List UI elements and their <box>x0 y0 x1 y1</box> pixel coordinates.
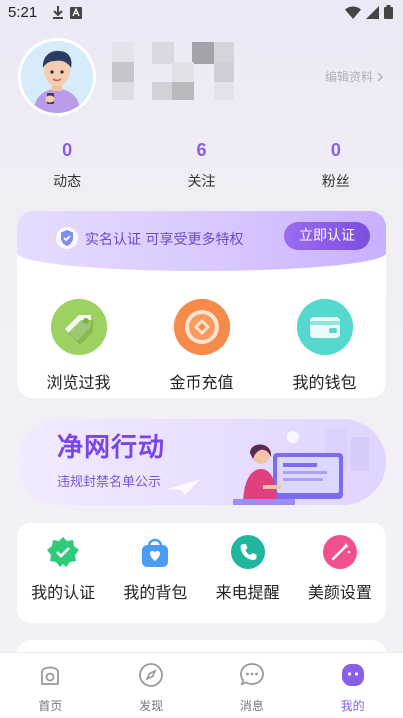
feature-wallet[interactable]: 我的钱包 <box>263 299 386 393</box>
download-icon <box>53 6 63 19</box>
status-time: 5:21 <box>8 4 38 21</box>
nav-messages[interactable]: 消息 <box>202 653 303 718</box>
tool-my-verification[interactable]: 我的认证 <box>17 523 109 623</box>
tools-card: 我的认证 我的背包 来电提醒 美颜设置 <box>17 523 386 623</box>
status-bar: 5:21 <box>0 0 403 26</box>
profile-icon <box>341 664 364 686</box>
tool-beauty-settings[interactable]: 美颜设置 <box>294 523 386 623</box>
signal-icon <box>366 5 379 19</box>
tool-beauty-settings-label: 美颜设置 <box>307 583 372 602</box>
feature-wallet-label: 我的钱包 <box>292 373 357 392</box>
nav-mine-label: 我的 <box>340 699 365 713</box>
stat-following-value: 6 <box>196 140 207 160</box>
stat-following[interactable]: 6 关注 <box>134 140 268 191</box>
tool-my-backpack-label: 我的背包 <box>123 583 188 602</box>
avatar-illustration <box>21 41 93 113</box>
shopping-bag-icon <box>138 535 172 569</box>
stat-followers[interactable]: 0 粉丝 <box>269 140 403 191</box>
stat-posts[interactable]: 0 动态 <box>0 140 134 191</box>
verify-now-button[interactable]: 立即认证 <box>284 222 370 250</box>
app-notification-icon <box>70 6 82 19</box>
promo-subtitle: 违规封禁名单公示 <box>57 475 162 490</box>
nav-home-label: 首页 <box>38 699 63 713</box>
feature-coin-recharge-label: 金币充值 <box>169 373 234 392</box>
shield-check-icon <box>56 227 78 249</box>
edit-profile-label: 编辑资料 <box>324 70 373 84</box>
status-system-icons <box>345 5 393 19</box>
net-clean-banner[interactable]: 净网行动 违规封禁名单公示 <box>17 419 386 505</box>
edit-profile-link[interactable]: 编辑资料 <box>325 68 383 85</box>
promo-illustration <box>233 429 369 505</box>
verify-banner: 实名认证 可享受更多特权 立即认证 <box>17 211 386 271</box>
stat-posts-value: 0 <box>62 140 73 160</box>
features-card: 实名认证 可享受更多特权 立即认证 浏览过我 金币充值 我的钱包 <box>17 211 386 398</box>
tag-icon <box>50 299 107 355</box>
status-notifications <box>52 6 82 19</box>
tool-call-reminder[interactable]: 来电提醒 <box>202 523 294 623</box>
stat-following-label: 关注 <box>187 174 216 190</box>
tool-my-verification-label: 我的认证 <box>31 583 96 602</box>
stat-followers-label: 粉丝 <box>321 174 350 190</box>
chat-icon <box>239 663 264 686</box>
coin-icon <box>173 299 230 355</box>
nav-discover[interactable]: 发现 <box>101 653 202 718</box>
nav-messages-label: 消息 <box>239 699 264 713</box>
nav-mine[interactable]: 我的 <box>302 653 403 718</box>
feature-visitors-label: 浏览过我 <box>46 373 111 392</box>
home-icon <box>41 666 60 685</box>
tool-call-reminder-label: 来电提醒 <box>215 583 280 602</box>
phone-icon <box>230 535 265 569</box>
compass-icon <box>139 663 164 687</box>
tool-my-backpack[interactable]: 我的背包 <box>109 523 201 623</box>
magic-wand-icon <box>322 535 357 569</box>
feature-visitors[interactable]: 浏览过我 <box>17 299 140 393</box>
wifi-icon <box>345 6 361 19</box>
battery-icon <box>384 5 393 19</box>
stat-followers-value: 0 <box>330 140 341 160</box>
profile-stats: 0 动态 6 关注 0 粉丝 <box>0 140 403 191</box>
nav-home[interactable]: 首页 <box>0 653 101 718</box>
promo-title: 净网行动 <box>57 433 166 463</box>
stat-posts-label: 动态 <box>53 174 82 190</box>
chevron-right-icon <box>377 72 383 81</box>
wallet-icon <box>296 299 353 355</box>
paper-plane-icon <box>167 479 201 495</box>
bottom-nav: 首页 发现 消息 我的 <box>0 652 403 718</box>
feature-coin-recharge[interactable]: 金币充值 <box>140 299 263 393</box>
verify-text: 实名认证 可享受更多特权 <box>85 232 244 248</box>
avatar[interactable] <box>18 38 96 116</box>
verified-badge-icon <box>46 535 80 569</box>
nav-discover-label: 发现 <box>139 699 164 713</box>
feature-row: 浏览过我 金币充值 我的钱包 <box>17 299 386 393</box>
